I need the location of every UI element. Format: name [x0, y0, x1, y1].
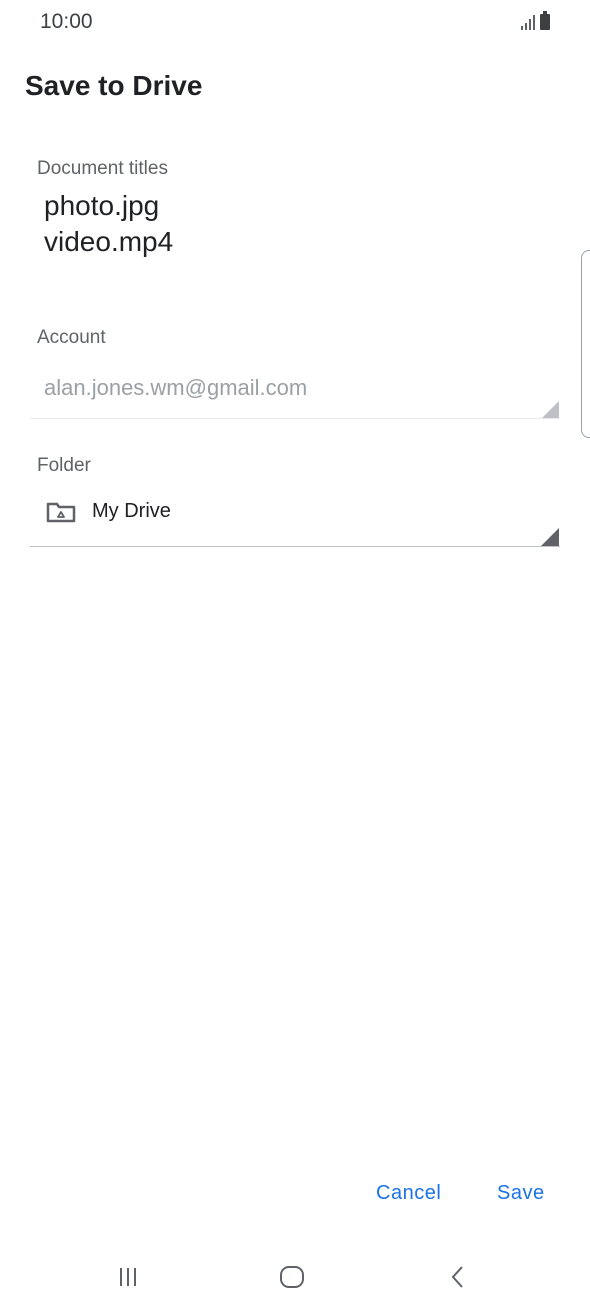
- folder-underline: [30, 546, 560, 547]
- back-icon: [451, 1266, 463, 1288]
- folder-label: Folder: [37, 455, 91, 476]
- folder-selection[interactable]: My Drive: [46, 500, 171, 523]
- back-button[interactable]: [438, 1262, 478, 1292]
- save-button[interactable]: Save: [497, 1182, 545, 1205]
- recents-icon: [120, 1268, 136, 1286]
- document-title-item: video.mp4: [44, 226, 174, 257]
- account-value: alan.jones.wm@gmail.com: [44, 375, 308, 400]
- dialog-title: Save to Drive: [25, 70, 203, 101]
- home-icon: [280, 1266, 304, 1288]
- signal-icon: [521, 14, 535, 30]
- status-icons: [521, 11, 550, 30]
- drive-folder-icon: [46, 501, 76, 523]
- document-title-item: photo.jpg: [44, 190, 160, 221]
- recents-button[interactable]: [108, 1262, 148, 1292]
- status-bar: 10:00: [0, 0, 590, 46]
- cancel-button[interactable]: Cancel: [376, 1182, 441, 1205]
- edge-panel-handle[interactable]: [581, 250, 590, 438]
- folder-value: My Drive: [92, 500, 171, 522]
- account-label: Account: [37, 327, 106, 348]
- dropdown-arrow-icon: [541, 401, 559, 419]
- navigation-bar: [0, 1250, 590, 1300]
- battery-icon: [540, 11, 550, 30]
- account-underline: [30, 418, 560, 419]
- status-time: 10:00: [40, 10, 93, 33]
- home-button[interactable]: [272, 1262, 312, 1292]
- document-titles-label: Document titles: [37, 158, 168, 179]
- dropdown-arrow-icon: [541, 528, 559, 546]
